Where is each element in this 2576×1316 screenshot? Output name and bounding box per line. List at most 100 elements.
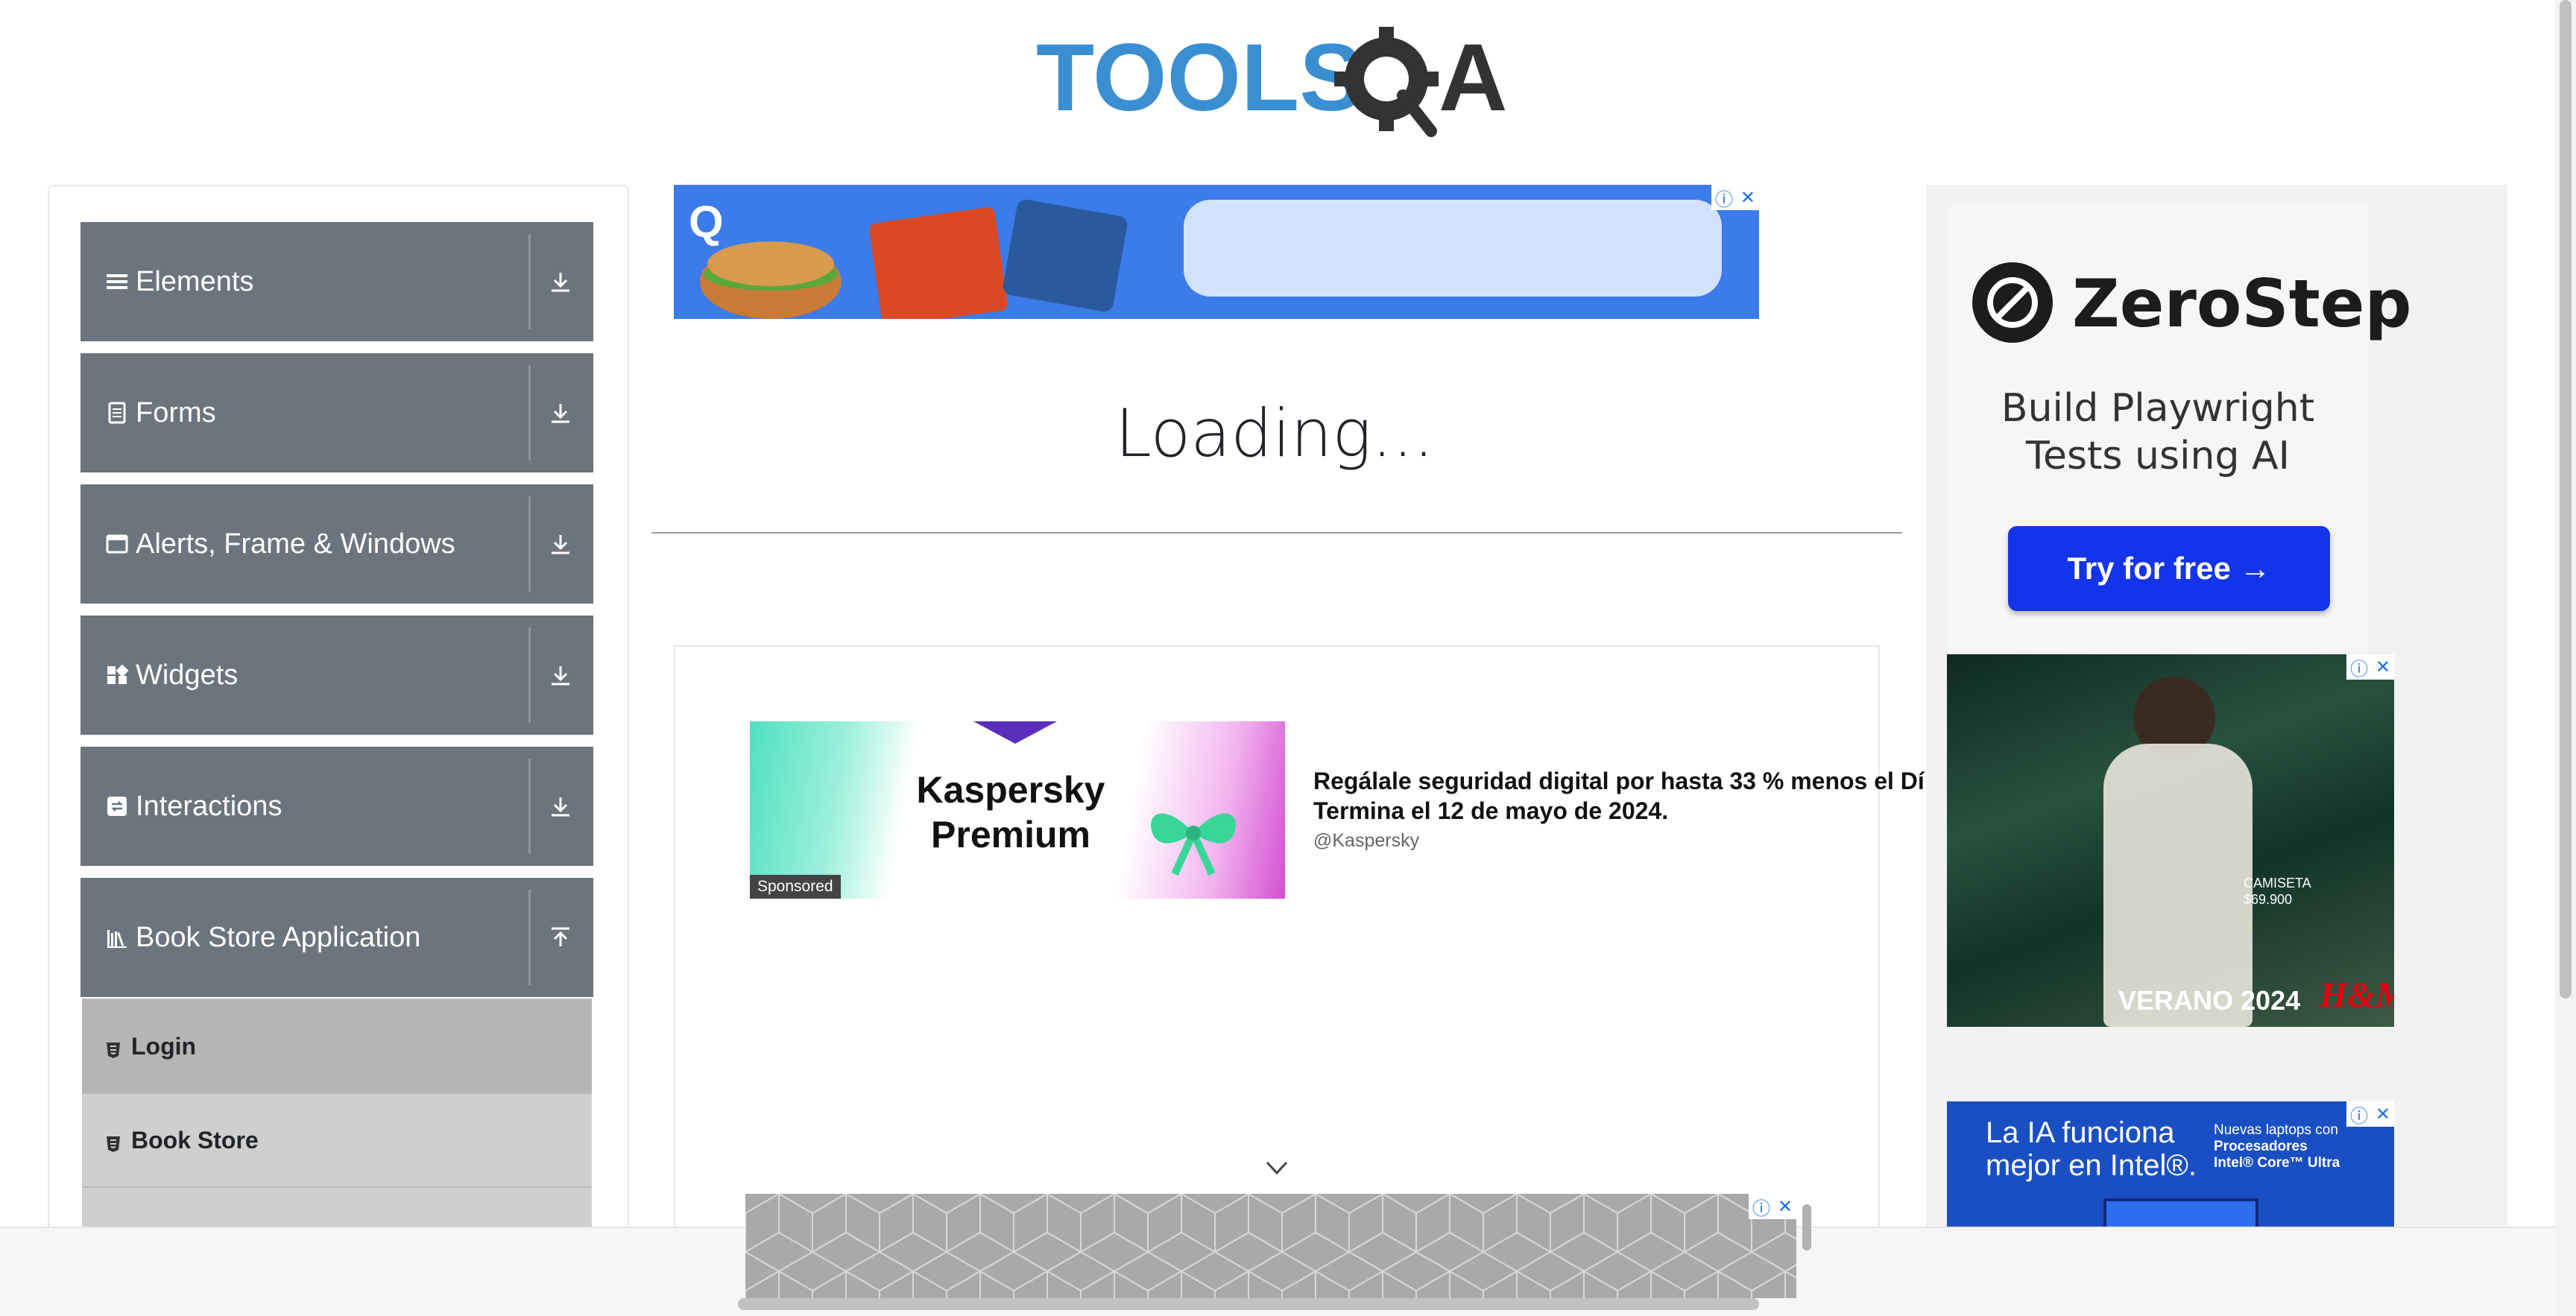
close-icon[interactable]: ✕ xyxy=(2375,657,2390,678)
info-icon[interactable]: ⓘ xyxy=(2350,654,2368,680)
sidebar-group-alerts-frame-windows[interactable]: Alerts, Frame & Windows xyxy=(80,484,593,604)
gift-bow-icon xyxy=(1151,813,1236,876)
hamburger-icon xyxy=(104,269,130,294)
loading-text: Loading... xyxy=(1114,395,1435,472)
hex-pattern xyxy=(745,1194,1796,1298)
model-figure xyxy=(2103,744,2253,1027)
info-icon[interactable]: ⓘ xyxy=(2350,1101,2368,1127)
intel-side-line2: Procesadores xyxy=(2214,1139,2308,1154)
sponsored-ad-image[interactable]: Kaspersky Premium Sponsored xyxy=(750,721,1285,899)
try-for-free-button[interactable]: Try for free → xyxy=(2008,526,2330,611)
zerostep-name: ZeroStep xyxy=(2072,265,2412,342)
logo-tools-text: TOOLS xyxy=(1036,25,1363,131)
widgets-icon xyxy=(104,662,130,688)
sponsored-ad-text[interactable]: Regálale seguridad digital por hasta 33 … xyxy=(1313,766,1925,870)
sidebar-item-label: Book Store xyxy=(131,1126,259,1154)
section-divider xyxy=(651,532,1902,534)
sidebar-group-label: Widgets xyxy=(136,659,239,691)
form-icon xyxy=(104,400,130,426)
download-arrow-icon[interactable] xyxy=(538,390,583,435)
upload-arrow-icon[interactable] xyxy=(538,915,583,960)
close-icon[interactable]: ✕ xyxy=(1778,1196,1793,1218)
intel-headline: La IA funciona mejor en Intel®. xyxy=(1986,1116,2197,1182)
sidebar-item-book-store[interactable]: Book Store xyxy=(82,1092,592,1186)
ad-scrollbar-thumb[interactable] xyxy=(1802,1204,1811,1250)
page-scrollbar[interactable] xyxy=(2555,0,2576,1316)
sidebar-group-elements[interactable]: Elements xyxy=(80,222,593,341)
window-icon xyxy=(104,531,130,557)
sidebar-group-label: Elements xyxy=(136,265,254,297)
zerostep-tagline: Build Playwright Tests using AI xyxy=(1947,385,2369,480)
page-scrollbar-thumb[interactable] xyxy=(2560,0,2572,999)
intel-side-text: Nuevas laptops con Procesadores Intel® C… xyxy=(2214,1122,2340,1171)
intel-ad-choices[interactable]: ⓘ ✕ xyxy=(2346,1101,2394,1127)
ad-products-image: Q xyxy=(689,197,1128,319)
horizontal-scrollbar-thumb[interactable] xyxy=(738,1298,1759,1310)
intel-side-line3: Intel® Core™ Ultra xyxy=(2214,1155,2340,1171)
svg-text:Q: Q xyxy=(689,197,724,247)
hm-ad[interactable]: CAMISETA $69.900 VERANO 2024 H&M ⓘ ✕ xyxy=(1947,654,2394,1027)
ad-choices[interactable]: ⓘ ✕ xyxy=(1711,185,1759,210)
ad-headline: Regálale seguridad digital por hasta 33 … xyxy=(1313,768,1925,794)
download-arrow-icon[interactable] xyxy=(538,259,583,304)
download-arrow-icon[interactable] xyxy=(538,522,583,566)
zerostep-tagline-line1: Build Playwright xyxy=(2001,386,2315,431)
group-divider xyxy=(528,890,531,985)
logo-a-text: A xyxy=(1439,25,1507,131)
html-file-icon xyxy=(104,1131,122,1152)
sidebar-group-forms[interactable]: Forms xyxy=(80,353,593,472)
books-icon xyxy=(104,925,130,950)
hm-price-line2: $69.900 xyxy=(2244,892,2293,907)
intel-headline-line1: La IA funciona xyxy=(1986,1116,2175,1149)
close-icon[interactable]: ✕ xyxy=(1740,187,1755,209)
intel-side-line1: Nuevas laptops con xyxy=(2214,1122,2338,1138)
chevron-down-icon[interactable] xyxy=(1264,1157,1289,1179)
sidebar-group-interactions[interactable]: Interactions xyxy=(80,747,593,866)
sidebar-menu: Elements Forms Alerts, Frame & Windows W… xyxy=(48,185,629,1303)
hm-price-line1: CAMISETA xyxy=(2244,876,2311,890)
zerostep-ad[interactable]: ZeroStep Build Playwright Tests using AI… xyxy=(1947,206,2411,653)
zerostep-logo-icon xyxy=(1972,262,2053,343)
bottom-ad-choices[interactable]: ⓘ ✕ xyxy=(1749,1194,1796,1219)
sidebar-group-widgets[interactable]: Widgets xyxy=(80,616,593,735)
zerostep-tagline-line2: Tests using AI xyxy=(2026,434,2290,478)
hm-price: CAMISETA $69.900 xyxy=(2244,875,2311,908)
sidebar-group-book-store-application[interactable]: Book Store Application xyxy=(80,878,593,997)
sidebar-group-label: Interactions xyxy=(136,790,282,822)
top-banner-ad[interactable]: Q ⓘ ✕ xyxy=(674,185,1759,319)
ad-search-box[interactable] xyxy=(1184,200,1722,297)
intel-ad[interactable]: La IA funciona mejor en Intel®. Nuevas l… xyxy=(1947,1101,2394,1227)
html-file-icon xyxy=(104,1037,122,1058)
sidebar-group-label: Alerts, Frame & Windows xyxy=(136,528,455,560)
download-arrow-icon[interactable] xyxy=(538,653,583,697)
group-divider xyxy=(528,496,531,592)
bottom-banner-ad[interactable]: ⓘ ✕ xyxy=(745,1194,1796,1298)
hm-brand-logo: H&M xyxy=(2320,975,2394,1015)
close-icon[interactable]: ✕ xyxy=(2375,1104,2390,1125)
ad-subline: Termina el 12 de mayo de 2024. xyxy=(1313,797,1669,824)
hm-ad-choices[interactable]: ⓘ ✕ xyxy=(2346,654,2394,680)
toolsqa-logo[interactable]: TOOLS A xyxy=(1036,21,1521,140)
group-divider xyxy=(528,759,531,854)
group-divider xyxy=(528,365,531,461)
kaspersky-brand: Kaspersky Premium xyxy=(899,768,1123,857)
sidebar-item-label: Login xyxy=(131,1032,197,1060)
laptop-screen-image xyxy=(2103,1198,2258,1227)
info-icon[interactable]: ⓘ xyxy=(1752,1194,1770,1220)
toolsqa-logo-graphic: TOOLS A xyxy=(1036,25,1507,137)
group-divider xyxy=(528,627,531,723)
kaspersky-brand-line1: Kaspersky xyxy=(916,769,1105,811)
interactions-icon xyxy=(104,794,130,819)
sidebar-group-label: Forms xyxy=(136,396,216,428)
kaspersky-brand-line2: Premium xyxy=(931,814,1090,855)
group-divider xyxy=(528,234,531,329)
sidebar-item-login[interactable]: Login xyxy=(82,999,592,1092)
intel-headline-line2: mejor en Intel®. xyxy=(1986,1149,2197,1182)
hm-summer-text: VERANO 2024 xyxy=(2118,985,2301,1016)
download-arrow-icon[interactable] xyxy=(538,784,583,829)
sidebar-group-label: Book Store Application xyxy=(136,921,421,953)
info-icon[interactable]: ⓘ xyxy=(1715,185,1733,211)
sponsored-badge: Sponsored xyxy=(750,875,841,899)
kaspersky-chevron-shape xyxy=(973,721,1057,744)
ad-handle: @Kaspersky xyxy=(1313,830,1420,851)
